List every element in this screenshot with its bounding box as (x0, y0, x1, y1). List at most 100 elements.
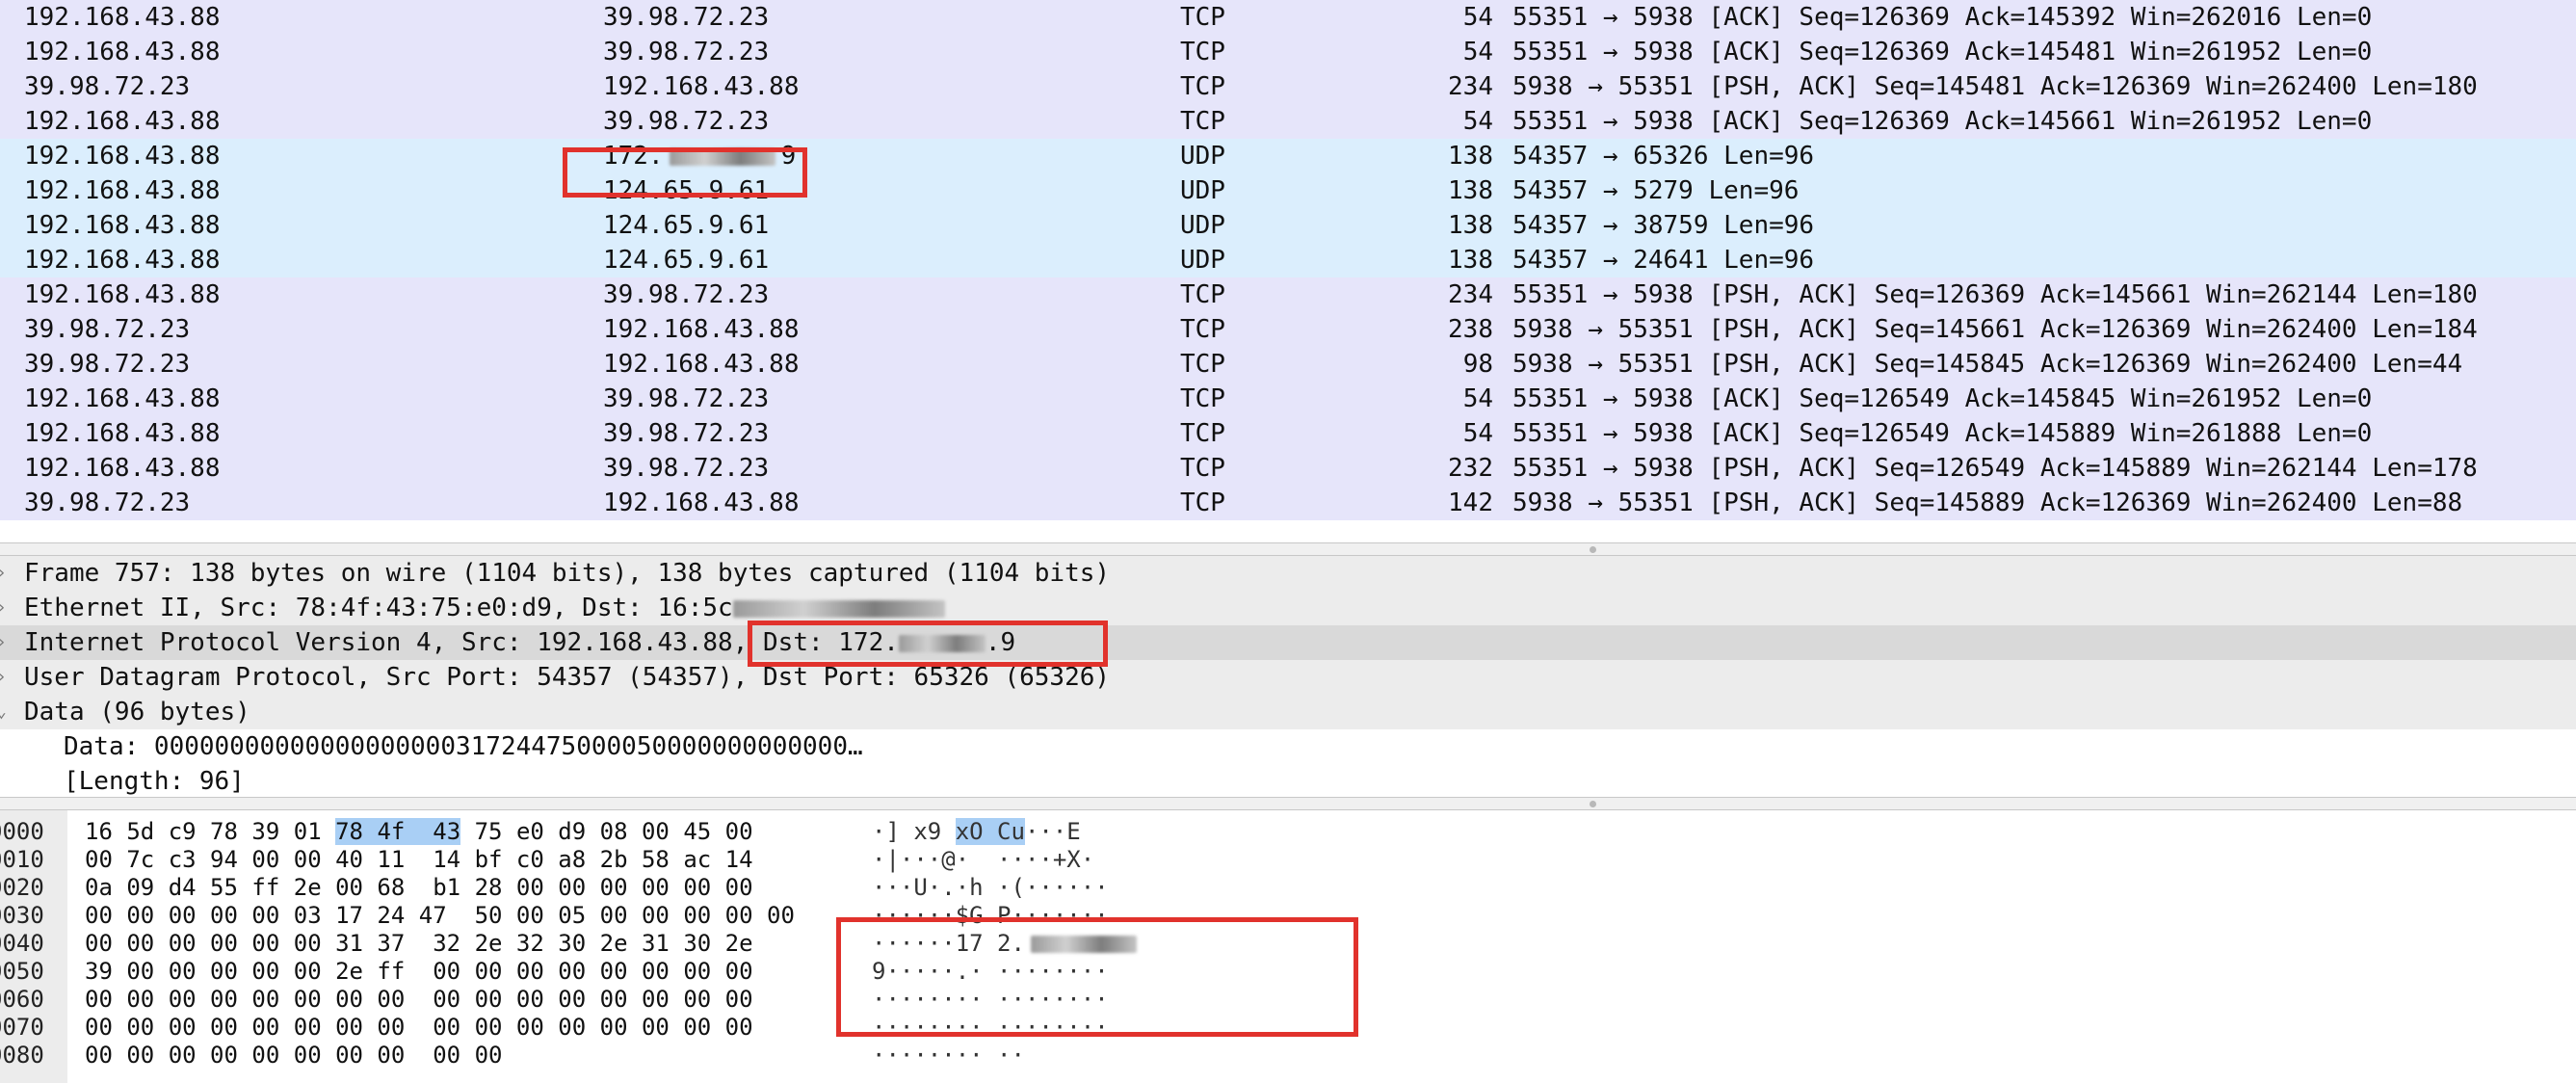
hex-row[interactable]: 0040 00 00 00 00 00 00 31 37 32 2e 32 30 … (0, 930, 2576, 958)
hex-row[interactable]: 0000 16 5d c9 78 39 01 78 4f 43 75 e0 d9 … (0, 818, 2576, 846)
packet-destination: 39.98.72.23 (603, 382, 769, 416)
packet-row[interactable]: 39.98.72.23 192.168.43.88 TCP 234 5938 → 553… (0, 69, 2576, 104)
hex-bytes[interactable]: 0a 09 d4 55 ff 2e 00 68 b1 28 00 00 00 0… (85, 874, 753, 902)
packet-row[interactable]: 192.168.43.88 39.98.72.23 TCP 54 55351 → 593… (0, 35, 2576, 69)
hex-dump[interactable]: 0000 16 5d c9 78 39 01 78 4f 43 75 e0 d9 … (0, 810, 2576, 1083)
pane-splitter-bottom[interactable] (0, 797, 2576, 810)
collapse-arrow-icon[interactable]: ⌄ (0, 695, 7, 729)
packet-protocol: TCP (1180, 454, 1225, 483)
hex-ascii[interactable]: ·] x9 xO Cu···E (872, 818, 1081, 846)
packet-row[interactable]: 39.98.72.23 192.168.43.88 TCP 142 5938 → 553… (0, 486, 2576, 520)
packet-info: 55351 → 5938 [ACK] Seq=126369 Ack=145392… (1512, 3, 2373, 32)
packet-source: 39.98.72.23 (24, 315, 191, 344)
packet-protocol: TCP (1180, 72, 1225, 101)
packet-row[interactable]: 192.168.43.88 124.65.9.61 UDP 138 54357 → 38… (0, 208, 2576, 243)
detail-data-length[interactable]: [Length: 96] (0, 764, 2576, 797)
expand-arrow-icon[interactable]: › (0, 660, 7, 695)
hex-row[interactable]: 0030 00 00 00 00 00 03 17 24 47 50 00 05 … (0, 902, 2576, 930)
packet-destination: 124.65.9.61 (603, 208, 769, 243)
detail-data-value[interactable]: Data: 0000000000000000000031724475000050… (0, 729, 2576, 764)
hex-offset: 0040 (0, 930, 44, 957)
packet-row[interactable]: 192.168.43.88 172. 9 UDP 138 54357 → 65326 Le… (0, 139, 2576, 173)
hex-ascii[interactable]: ·|···@· ····+X· (872, 846, 1094, 874)
packet-info: 55351 → 5938 [ACK] Seq=126369 Ack=145661… (1512, 107, 2373, 136)
packet-row[interactable]: 39.98.72.23 192.168.43.88 TCP 98 5938 → 5535… (0, 347, 2576, 382)
packet-row[interactable]: 192.168.43.88 124.65.9.61 UDP 138 54357 → 24… (0, 243, 2576, 277)
packet-info: 55351 → 5938 [PSH, ACK] Seq=126549 Ack=1… (1512, 454, 2478, 483)
packet-destination-text: 192.168.43.88 (603, 350, 800, 379)
hex-bytes[interactable]: 00 00 00 00 00 03 17 24 47 50 00 05 00 0… (85, 902, 795, 930)
packet-destination-text: 124.65.9.61 (603, 246, 770, 275)
hex-offset: 0030 (0, 902, 44, 929)
hex-ascii[interactable]: 9·····.· ········ (872, 958, 1109, 986)
hex-bytes-pre: 00 7c c3 94 00 00 40 11 14 bf c0 a8 2b 5… (85, 846, 753, 873)
packet-row[interactable]: 39.98.72.23 192.168.43.88 TCP 238 5938 → 553… (0, 312, 2576, 347)
packet-protocol: TCP (1180, 489, 1225, 517)
packet-length: 138 (1448, 246, 1493, 275)
packet-info: 54357 → 24641 Len=96 (1512, 246, 1815, 275)
hex-row[interactable]: 0070 00 00 00 00 00 00 00 00 00 00 00 00 … (0, 1014, 2576, 1042)
expand-arrow-icon[interactable]: › (0, 625, 7, 660)
packet-destination-text: 39.98.72.23 (603, 107, 770, 136)
hex-offset: 0020 (0, 874, 44, 901)
packet-source: 192.168.43.88 (24, 384, 221, 413)
hex-bytes[interactable]: 00 7c c3 94 00 00 40 11 14 bf c0 a8 2b 5… (85, 846, 753, 874)
hex-bytes[interactable]: 00 00 00 00 00 00 00 00 00 00 00 00 00 0… (85, 986, 753, 1014)
hex-ascii-pre: ········ ········ (872, 986, 1109, 1013)
hex-ascii[interactable]: ······$G P······· (872, 902, 1109, 930)
packet-row[interactable]: 192.168.43.88 39.98.72.23 TCP 232 55351 → 59… (0, 451, 2576, 486)
packet-destination-text: 39.98.72.23 (603, 280, 770, 309)
hex-bytes[interactable]: 00 00 00 00 00 00 00 00 00 00 00 00 00 0… (85, 1014, 753, 1042)
packet-source: 192.168.43.88 (24, 176, 221, 205)
packet-details[interactable]: › Frame 757: 138 bytes on wire (1104 bit… (0, 556, 2576, 797)
hex-bytes[interactable]: 00 00 00 00 00 00 00 00 00 00 (85, 1042, 502, 1070)
packet-row[interactable]: 192.168.43.88 39.98.72.23 TCP 54 55351 → 593… (0, 382, 2576, 416)
hex-row[interactable]: 0050 39 00 00 00 00 00 2e ff 00 00 00 00 … (0, 958, 2576, 986)
packet-destination: 39.98.72.23 (603, 277, 769, 312)
expand-arrow-icon[interactable]: › (0, 591, 7, 625)
hex-row[interactable]: 0080 00 00 00 00 00 00 00 00 00 00 ·······… (0, 1042, 2576, 1070)
packet-row[interactable]: 192.168.43.88 39.98.72.23 TCP 54 55351 → 593… (0, 416, 2576, 451)
pane-splitter-top[interactable] (0, 542, 2576, 556)
hex-bytes-pre: 00 00 00 00 00 03 17 24 47 50 00 05 00 0… (85, 902, 795, 929)
hex-bytes-pre: 00 00 00 00 00 00 31 37 32 2e 32 30 2e 3… (85, 930, 753, 957)
packet-source: 192.168.43.88 (24, 454, 221, 483)
hex-ascii[interactable]: ···U·.·h ·(······ (872, 874, 1109, 902)
packet-destination: 124.65.9.61 (603, 173, 769, 208)
hex-ascii[interactable]: ······17 2. (872, 930, 1137, 958)
hex-ascii[interactable]: ········ ········ (872, 1014, 1109, 1042)
packet-destination-text: 39.98.72.23 (603, 38, 770, 66)
packet-row[interactable]: 192.168.43.88 124.65.9.61 UDP 138 54357 → 52… (0, 173, 2576, 208)
detail-ethernet[interactable]: › Ethernet II, Src: 78:4f:43:75:e0:d9, D… (0, 591, 2576, 625)
hex-row[interactable]: 0020 0a 09 d4 55 ff 2e 00 68 b1 28 00 00 … (0, 874, 2576, 902)
packet-source: 192.168.43.88 (24, 3, 221, 32)
detail-data[interactable]: ⌄ Data (96 bytes) (0, 695, 2576, 729)
packet-destination-text: 192.168.43.88 (603, 72, 800, 101)
packet-row[interactable]: 192.168.43.88 39.98.72.23 TCP 54 55351 → 593… (0, 104, 2576, 139)
hex-row[interactable]: 0010 00 7c c3 94 00 00 40 11 14 bf c0 a8 … (0, 846, 2576, 874)
packet-row[interactable]: 192.168.43.88 39.98.72.23 TCP 54 55351 → 593… (0, 0, 2576, 35)
detail-frame[interactable]: › Frame 757: 138 bytes on wire (1104 bit… (0, 556, 2576, 591)
packet-length: 54 (1462, 107, 1493, 136)
hex-bytes[interactable]: 39 00 00 00 00 00 2e ff 00 00 00 00 00 0… (85, 958, 753, 986)
detail-ip[interactable]: › Internet Protocol Version 4, Src: 192.… (0, 625, 2576, 660)
detail-udp[interactable]: › User Datagram Protocol, Src Port: 5435… (0, 660, 2576, 695)
detail-data-length-text: [Length: 96] (64, 767, 245, 796)
packet-destination-text: 192.168.43.88 (603, 315, 800, 344)
packet-source: 192.168.43.88 (24, 142, 221, 171)
packet-length: 98 (1462, 350, 1493, 379)
hex-row[interactable]: 0060 00 00 00 00 00 00 00 00 00 00 00 00 … (0, 986, 2576, 1014)
packet-info: 54357 → 65326 Len=96 (1512, 142, 1815, 171)
hex-ascii[interactable]: ········ ·· (872, 1042, 1025, 1070)
packet-list[interactable]: 192.168.43.88 39.98.72.23 TCP 54 55351 → 593… (0, 0, 2576, 542)
packet-row[interactable]: 192.168.43.88 39.98.72.23 TCP 234 55351 → 59… (0, 277, 2576, 312)
hex-ascii[interactable]: ········ ········ (872, 986, 1109, 1014)
hex-bytes[interactable]: 00 00 00 00 00 00 31 37 32 2e 32 30 2e 3… (85, 930, 753, 958)
hex-offset: 0070 (0, 1014, 44, 1041)
packet-destination: 192.168.43.88 (603, 69, 800, 104)
expand-arrow-icon[interactable]: › (0, 556, 7, 591)
hex-bytes[interactable]: 16 5d c9 78 39 01 78 4f 43 75 e0 d9 08 0… (85, 818, 753, 846)
packet-info: 5938 → 55351 [PSH, ACK] Seq=145845 Ack=1… (1512, 350, 2463, 379)
hex-ascii-pre: ······17 2. (872, 930, 1025, 957)
packet-length: 234 (1448, 280, 1493, 309)
